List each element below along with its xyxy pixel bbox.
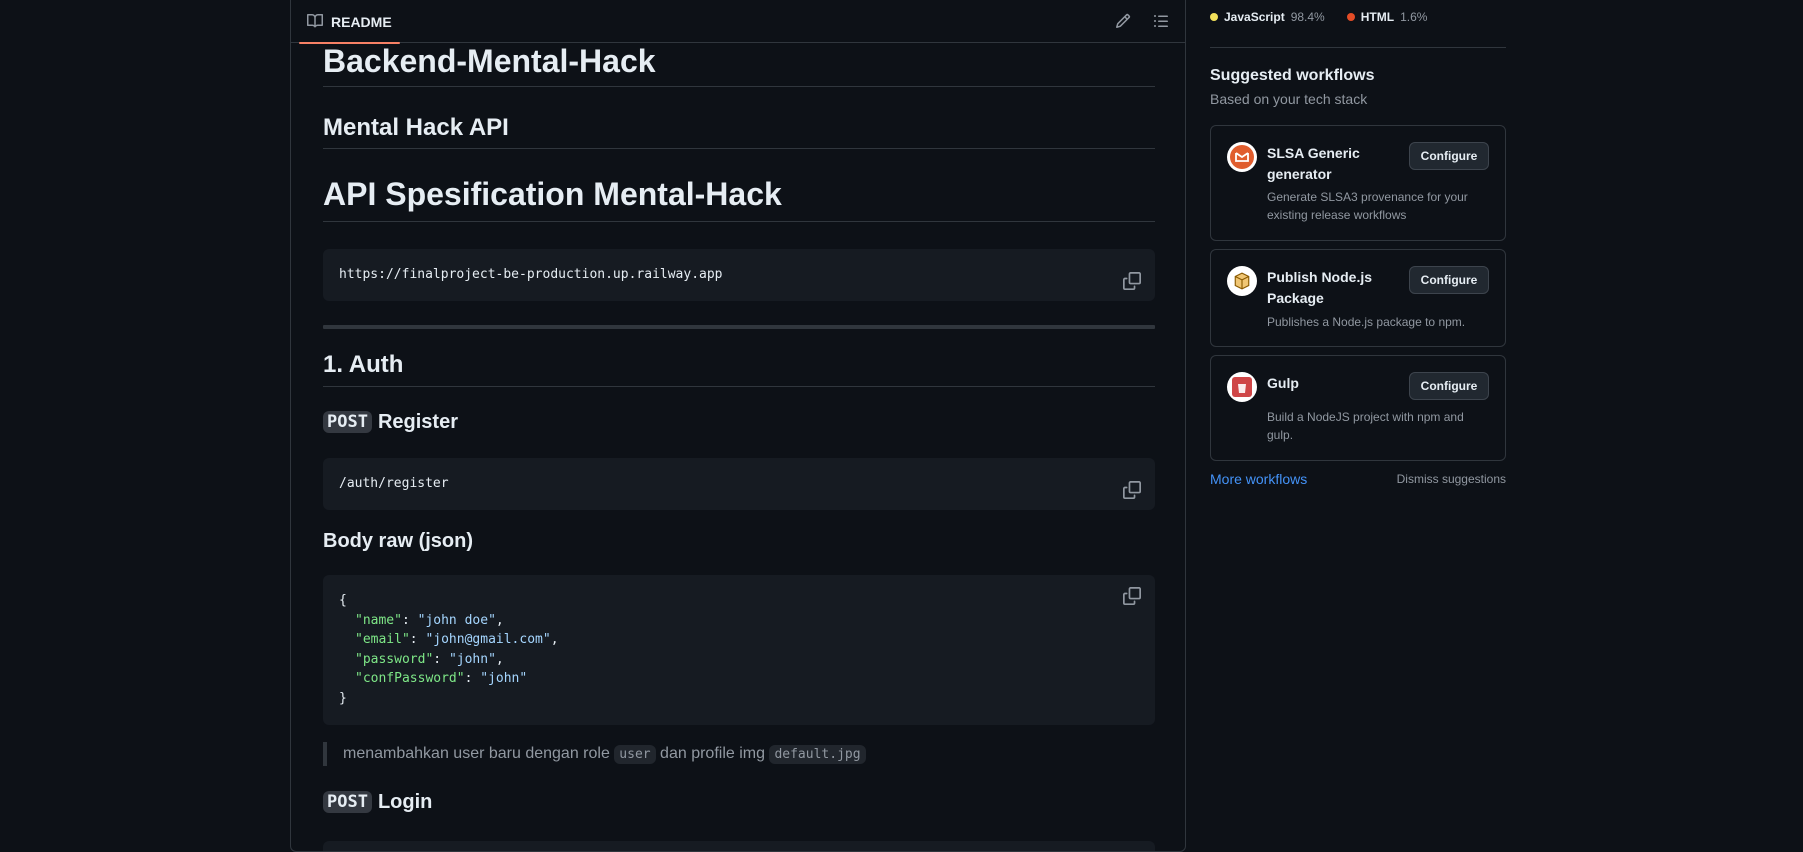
more-workflows-link[interactable]: More workflows bbox=[1210, 471, 1307, 487]
readme-tab[interactable]: README bbox=[299, 1, 400, 44]
slsa-logo-icon bbox=[1227, 142, 1257, 172]
register-title: Register bbox=[377, 410, 458, 433]
dismiss-suggestions-button[interactable]: Dismiss suggestions bbox=[1397, 472, 1506, 486]
method-badge: POST bbox=[323, 411, 372, 433]
language-list: JavaScript 98.4% HTML 1.6% bbox=[1210, 10, 1427, 24]
json-line: "name": "john doe", bbox=[355, 612, 504, 628]
workflow-name: Publish Node.js Package bbox=[1267, 269, 1373, 306]
json-line: "email": "john@gmail.com", bbox=[355, 632, 559, 648]
code-login-path[interactable] bbox=[323, 841, 1155, 851]
book-icon bbox=[307, 13, 324, 32]
language-dot bbox=[1210, 13, 1218, 21]
note-blockquote: menambahkan user baru dengan role user d… bbox=[323, 742, 1155, 766]
list-unordered-icon[interactable] bbox=[1149, 9, 1173, 33]
copy-icon[interactable] bbox=[1123, 587, 1141, 605]
workflow-description: Publishes a Node.js package to npm. bbox=[1267, 315, 1466, 329]
horizontal-rule bbox=[323, 325, 1155, 329]
code-json-body[interactable]: { "name": "john doe", "email": "john@gma… bbox=[323, 575, 1155, 725]
workflow-card: SLSA Generic generator Generate SLSA3 pr… bbox=[1210, 125, 1506, 241]
json-line: "password": "john", bbox=[355, 651, 504, 667]
json-open-brace: { bbox=[339, 593, 347, 608]
json-close-brace: } bbox=[339, 690, 347, 706]
npm-package-icon bbox=[1227, 266, 1257, 296]
register-heading: POST Register bbox=[323, 407, 458, 437]
body-raw-heading: Body raw (json) bbox=[323, 529, 474, 552]
copy-icon[interactable] bbox=[1123, 261, 1141, 290]
gulp-logo-icon bbox=[1227, 372, 1257, 402]
heading-spec: API Spesification Mental-Hack bbox=[323, 172, 1155, 222]
suggested-workflows-subtitle: Based on your tech stack bbox=[1210, 91, 1368, 107]
suggested-workflows-title: Suggested workflows bbox=[1210, 67, 1375, 84]
divider bbox=[1210, 47, 1506, 48]
code-register-path[interactable]: /auth/register bbox=[323, 458, 1155, 510]
code-base-url[interactable]: https://finalproject-be-production.up.ra… bbox=[323, 249, 1155, 301]
workflow-description: Build a NodeJS project with npm and gulp… bbox=[1267, 410, 1464, 442]
readme-header: README bbox=[291, 0, 1185, 44]
profile-img-code: default.jpg bbox=[769, 745, 866, 764]
language-item[interactable]: HTML 1.6% bbox=[1346, 10, 1427, 24]
copy-icon[interactable] bbox=[1123, 470, 1141, 499]
language-dot bbox=[1346, 13, 1355, 21]
workflow-name: Gulp bbox=[1267, 375, 1299, 391]
configure-button[interactable]: Configure bbox=[1409, 266, 1489, 294]
readme-tab-label: README bbox=[331, 14, 392, 30]
method-badge: POST bbox=[323, 791, 372, 813]
pencil-icon[interactable] bbox=[1111, 9, 1135, 33]
register-path-text: /auth/register bbox=[339, 476, 449, 491]
base-url-text: https://finalproject-be-production.up.ra… bbox=[339, 267, 723, 282]
workflow-card: Publish Node.js Package Publishes a Node… bbox=[1210, 249, 1506, 347]
login-title: Login bbox=[377, 790, 433, 813]
configure-button[interactable]: Configure bbox=[1409, 372, 1489, 400]
json-line: "confPassword": "john" bbox=[355, 671, 528, 687]
configure-button[interactable]: Configure bbox=[1409, 142, 1489, 170]
heading-auth: 1. Auth bbox=[323, 347, 1155, 387]
language-item[interactable]: JavaScript 98.4% bbox=[1210, 10, 1325, 24]
sidebar-footer: More workflows Dismiss suggestions bbox=[1210, 471, 1506, 487]
heading-backend: Backend-Mental-Hack bbox=[323, 41, 1155, 87]
workflow-card: Gulp Build a NodeJS project with npm and… bbox=[1210, 355, 1506, 461]
workflow-name: SLSA Generic generator bbox=[1267, 145, 1360, 182]
heading-api: Mental Hack API bbox=[323, 111, 1155, 149]
workflow-description: Generate SLSA3 provenance for your exist… bbox=[1267, 190, 1468, 222]
role-code: user bbox=[614, 745, 656, 764]
readme-panel: README Backend-Mental-Hack Mental Hack A… bbox=[290, 0, 1186, 852]
login-heading: POST Login bbox=[323, 787, 432, 817]
